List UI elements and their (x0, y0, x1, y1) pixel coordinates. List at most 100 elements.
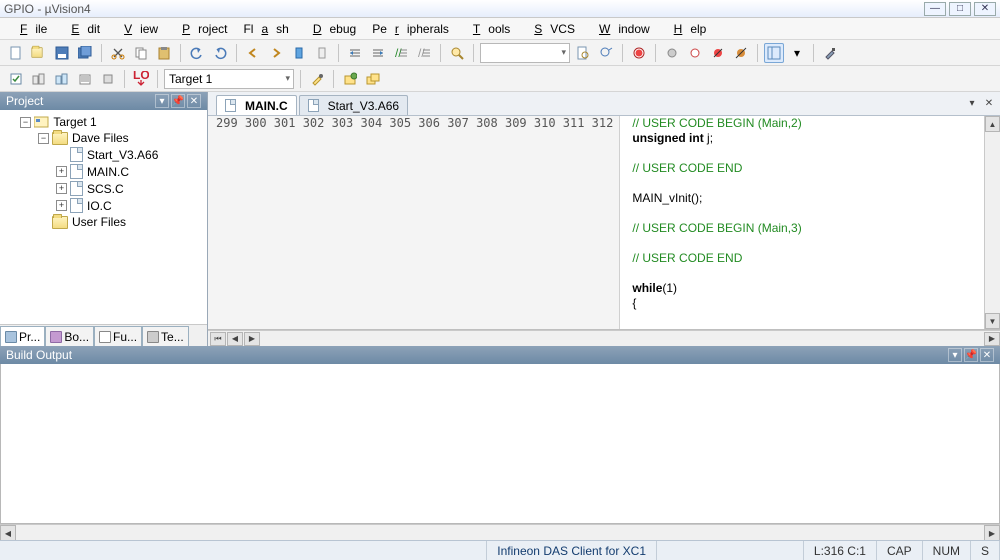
target-icon (34, 115, 50, 129)
editor-vscroll[interactable]: ▲ ▼ (984, 116, 1000, 329)
breakpoint-disable-icon[interactable] (708, 43, 728, 63)
menu-window[interactable]: Window (583, 20, 658, 38)
stop-build-icon[interactable] (98, 69, 118, 89)
close-button[interactable]: ✕ (974, 2, 996, 16)
panel-pin-icon[interactable]: 📌 (964, 348, 978, 362)
tree-file[interactable]: +MAIN.C (4, 163, 203, 180)
debug-start-icon[interactable] (629, 43, 649, 63)
scroll-right-icon[interactable]: ▶ (984, 525, 1000, 541)
editor-tab-start[interactable]: Start_V3.A66 (299, 95, 408, 115)
code-content[interactable]: // USER CODE BEGIN (Main,2) unsigned int… (620, 116, 984, 329)
menu-peripherals[interactable]: Peripherals (364, 20, 457, 38)
menu-file[interactable]: File (4, 20, 55, 38)
new-file-icon[interactable] (6, 43, 26, 63)
build-output-header: Build Output ▾ 📌 ✕ (0, 346, 1000, 364)
manage-multi-icon[interactable] (363, 69, 383, 89)
menu-help[interactable]: Help (658, 20, 715, 38)
redo-icon[interactable] (210, 43, 230, 63)
editor-tab-main[interactable]: MAIN.C (216, 95, 297, 115)
save-all-icon[interactable] (75, 43, 95, 63)
panel-close-icon[interactable]: ✕ (980, 348, 994, 362)
menu-view[interactable]: View (108, 20, 166, 38)
build-output-hscroll[interactable]: ◀ ▶ (0, 524, 1000, 540)
undo-icon[interactable] (187, 43, 207, 63)
status-bar: Infineon DAS Client for XC1 L:316 C:1 CA… (0, 540, 1000, 560)
tab-templates[interactable]: Te... (142, 326, 189, 346)
target-combo[interactable]: Target 1 (164, 69, 294, 89)
tree-file[interactable]: +SCS.C (4, 180, 203, 197)
download-icon[interactable]: LOAD (131, 69, 151, 89)
minimize-button[interactable]: — (924, 2, 946, 16)
comment-icon[interactable]: // (391, 43, 411, 63)
save-icon[interactable] (52, 43, 72, 63)
breakpoint-insert-icon[interactable] (662, 43, 682, 63)
scroll-down-icon[interactable]: ▼ (985, 313, 1000, 329)
panel-close-icon[interactable]: ✕ (187, 94, 201, 108)
manage-project-icon[interactable] (340, 69, 360, 89)
tree-user-folder[interactable]: User Files (4, 214, 203, 230)
editor-tabs: MAIN.C Start_V3.A66 ▾ ✕ (208, 92, 1000, 116)
cut-icon[interactable] (108, 43, 128, 63)
nav-next-icon[interactable]: ▶ (244, 332, 260, 346)
maximize-button[interactable]: □ (949, 2, 971, 16)
editor-area: MAIN.C Start_V3.A66 ▾ ✕ 299 300 301 302 … (208, 92, 1000, 346)
build-output-body[interactable] (0, 364, 1000, 524)
bookmark-toggle-icon[interactable] (289, 43, 309, 63)
folder-icon (52, 216, 68, 229)
tabs-dropdown-icon[interactable]: ▾ (965, 96, 979, 110)
batch-build-icon[interactable] (75, 69, 95, 89)
paste-icon[interactable] (154, 43, 174, 63)
rebuild-icon[interactable] (52, 69, 72, 89)
panel-dropdown-icon[interactable]: ▾ (948, 348, 962, 362)
status-cursor-pos: L:316 C:1 (804, 541, 877, 560)
tabs-close-icon[interactable]: ✕ (982, 96, 996, 110)
panel-pin-icon[interactable]: 📌 (171, 94, 185, 108)
translate-icon[interactable] (6, 69, 26, 89)
tab-books[interactable]: Bo... (45, 326, 94, 346)
tab-project[interactable]: Pr... (0, 326, 45, 346)
bookmark-clear-icon[interactable] (312, 43, 332, 63)
project-panel-tabs: Pr... Bo... Fu... Te... (0, 324, 207, 346)
app-title: GPIO - µVision4 (4, 2, 91, 16)
configure-icon[interactable] (820, 43, 840, 63)
find-combo[interactable] (480, 43, 570, 63)
tree-file[interactable]: +IO.C (4, 197, 203, 214)
menu-edit[interactable]: Edit (55, 20, 108, 38)
target-options-icon[interactable] (307, 69, 327, 89)
toolbar-dropdown-icon[interactable]: ▾ (787, 43, 807, 63)
build-icon[interactable] (29, 69, 49, 89)
nav-prev-icon[interactable]: ◀ (227, 332, 243, 346)
nav-first-icon[interactable]: ⏮ (210, 332, 226, 346)
copy-icon[interactable] (131, 43, 151, 63)
scroll-up-icon[interactable]: ▲ (985, 116, 1000, 132)
menu-project[interactable]: Project (166, 20, 235, 38)
breakpoint-enable-icon[interactable] (685, 43, 705, 63)
editor-hscroll[interactable]: ⏮ ◀ ▶ ▶ (208, 330, 1000, 346)
menu-flash[interactable]: Flash (235, 20, 296, 38)
tab-functions[interactable]: Fu... (94, 326, 142, 346)
code-editor[interactable]: 299 300 301 302 303 304 305 306 307 308 … (208, 116, 1000, 330)
open-file-icon[interactable] (29, 43, 49, 63)
tree-file[interactable]: Start_V3.A66 (4, 146, 203, 163)
panel-dropdown-icon[interactable]: ▾ (155, 94, 169, 108)
tree-dave-folder[interactable]: −Dave Files (4, 130, 203, 146)
incremental-find-icon[interactable] (596, 43, 616, 63)
window-layout-icon[interactable] (764, 43, 784, 63)
indent-icon[interactable] (345, 43, 365, 63)
bookmark-next-icon[interactable] (266, 43, 286, 63)
menu-tools[interactable]: Tools (457, 20, 518, 38)
project-tree[interactable]: − Target 1 −Dave Files Start_V3.A66 +MAI… (0, 110, 207, 324)
bookmark-prev-icon[interactable] (243, 43, 263, 63)
breakpoint-kill-icon[interactable] (731, 43, 751, 63)
uncomment-icon[interactable]: // (414, 43, 434, 63)
target-combo-value: Target 1 (169, 72, 212, 86)
tree-root[interactable]: − Target 1 (4, 114, 203, 130)
scroll-right-icon[interactable]: ▶ (984, 332, 1000, 346)
find-icon[interactable] (447, 43, 467, 63)
status-device: Infineon DAS Client for XC1 (487, 541, 657, 560)
menu-debug[interactable]: Debug (297, 20, 364, 38)
menu-svcs[interactable]: SVCS (518, 20, 583, 38)
find-in-files-icon[interactable] (573, 43, 593, 63)
scroll-left-icon[interactable]: ◀ (0, 525, 16, 541)
outdent-icon[interactable] (368, 43, 388, 63)
